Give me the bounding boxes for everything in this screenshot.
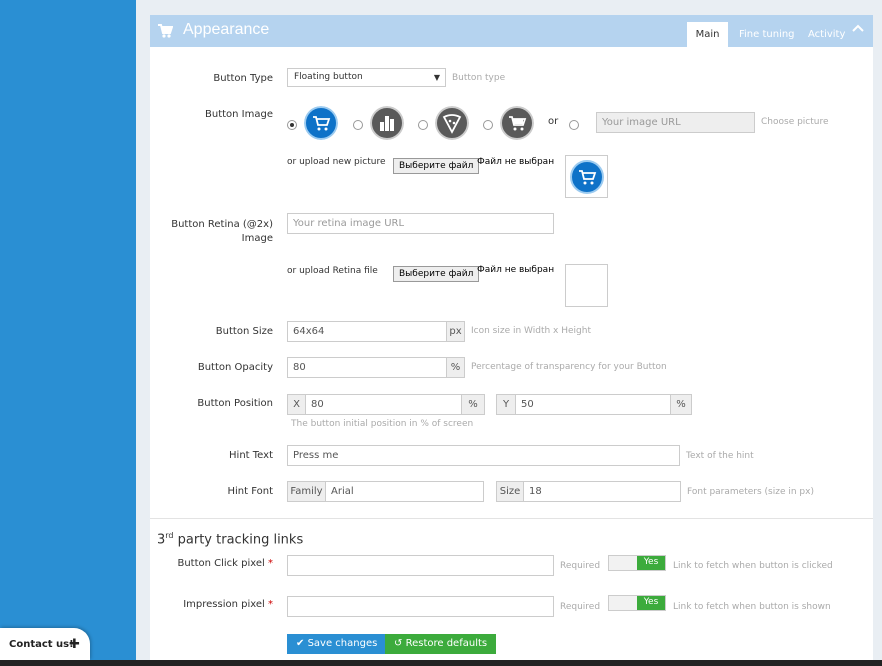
tab-fine-tuning[interactable]: Fine tuning	[739, 22, 795, 47]
y-addon: Y	[496, 394, 516, 415]
shopping-cart-icon[interactable]	[500, 106, 534, 140]
tracking-section-title: 3rd party tracking links	[157, 531, 304, 548]
contact-us-button[interactable]: Contact us! ✚	[0, 628, 90, 660]
y-unit: %	[670, 394, 692, 415]
choose-picture-help: Choose picture	[761, 117, 829, 127]
image-preview	[565, 155, 608, 198]
image-radio-2[interactable]	[353, 120, 363, 130]
impression-required-text: Required	[560, 602, 601, 612]
toggle-yes: Yes	[637, 556, 665, 570]
image-radio-1[interactable]	[287, 120, 297, 130]
button-position-label: Button Position	[197, 398, 273, 409]
click-pixel-input[interactable]	[287, 555, 554, 576]
upload-new-picture-label: or upload new picture	[287, 157, 386, 167]
button-size-help: Icon size in Width x Height	[471, 326, 591, 336]
click-pixel-help: Link to fetch when button is clicked	[673, 561, 833, 571]
retina-file-status: Файл не выбран	[477, 265, 555, 275]
button-size-input[interactable]: 64x64	[287, 321, 447, 342]
or-text: or	[548, 116, 559, 127]
undo-icon: ↺	[394, 638, 403, 649]
impression-pixel-input[interactable]	[287, 596, 554, 617]
impression-pixel-toggle[interactable]: Yes	[608, 595, 666, 611]
font-family-input[interactable]: Arial	[325, 481, 484, 502]
family-addon: Family	[287, 481, 326, 502]
main-area: Appearance Main Fine tuning Activity But…	[136, 0, 882, 666]
x-unit: %	[461, 394, 485, 415]
button-opacity-input[interactable]: 80	[287, 357, 447, 378]
hint-font-help: Font parameters (size in px)	[687, 487, 814, 497]
size-addon: Size	[496, 481, 524, 502]
chevron-up-icon[interactable]	[851, 21, 865, 35]
save-changes-button[interactable]: ✔ Save changes	[287, 634, 387, 654]
click-required-text: Required	[560, 561, 601, 571]
section-divider	[150, 518, 873, 519]
hint-text-label: Hint Text	[229, 450, 273, 461]
button-size-label: Button Size	[215, 326, 273, 337]
file-status: Файл не выбран	[477, 157, 555, 167]
tab-activity[interactable]: Activity	[808, 22, 845, 47]
check-icon: ✔	[296, 638, 305, 649]
caret-down-icon: ▼	[433, 73, 440, 82]
appearance-panel: Appearance Main Fine tuning Activity But…	[150, 15, 873, 666]
click-pixel-toggle[interactable]: Yes	[608, 555, 666, 571]
choose-retina-file-button[interactable]: Выберите файл	[393, 266, 480, 282]
button-image-label: Button Image	[205, 109, 273, 120]
retina-preview	[565, 264, 608, 307]
image-url-input[interactable]: Your image URL	[596, 112, 755, 133]
position-y-input[interactable]: 50	[515, 394, 671, 415]
cart-icon	[158, 24, 173, 38]
size-unit: px	[446, 321, 465, 342]
panel-title: Appearance	[183, 21, 270, 38]
image-radio-4[interactable]	[483, 120, 493, 130]
button-type-select[interactable]: Floating button ▼	[287, 68, 446, 87]
button-type-label: Button Type	[213, 73, 273, 84]
button-position-help: The button initial position in % of scre…	[291, 419, 474, 429]
bar-chart-icon[interactable]	[370, 106, 404, 140]
opacity-unit: %	[446, 357, 465, 378]
image-radio-url[interactable]	[569, 120, 579, 130]
button-opacity-label: Button Opacity	[197, 362, 273, 373]
toggle-yes: Yes	[637, 596, 665, 610]
retina-url-input[interactable]: Your retina image URL	[287, 213, 554, 234]
upload-retina-label: or upload Retina file	[287, 266, 378, 276]
panel-header: Appearance Main Fine tuning Activity	[150, 15, 873, 47]
image-radio-3[interactable]	[418, 120, 428, 130]
hint-font-label: Hint Font	[227, 486, 273, 497]
retina-label: Button Retina (@2x) Image	[171, 219, 273, 244]
pizza-icon[interactable]	[435, 106, 469, 140]
button-type-value: Floating button	[294, 72, 363, 82]
left-sidebar	[0, 0, 136, 666]
button-type-help: Button type	[452, 73, 506, 83]
position-x-input[interactable]: 80	[305, 394, 462, 415]
font-size-input[interactable]: 18	[523, 481, 681, 502]
x-addon: X	[287, 394, 306, 415]
cart-preview-icon	[570, 160, 604, 194]
hint-text-help: Text of the hint	[686, 451, 754, 461]
cart-button-image-icon[interactable]	[304, 106, 338, 140]
choose-file-button[interactable]: Выберите файл	[393, 158, 480, 174]
button-opacity-help: Percentage of transparency for your Butt…	[471, 362, 667, 372]
impression-pixel-label: Impression pixel *	[183, 599, 273, 610]
tab-main[interactable]: Main	[687, 22, 728, 47]
impression-pixel-help: Link to fetch when button is shown	[673, 602, 831, 612]
hint-text-input[interactable]: Press me	[287, 445, 680, 466]
bottom-taskbar	[0, 660, 882, 666]
plus-icon: ✚	[69, 637, 80, 652]
restore-defaults-button[interactable]: ↺ Restore defaults	[385, 634, 497, 654]
click-pixel-label: Button Click pixel *	[177, 558, 273, 569]
